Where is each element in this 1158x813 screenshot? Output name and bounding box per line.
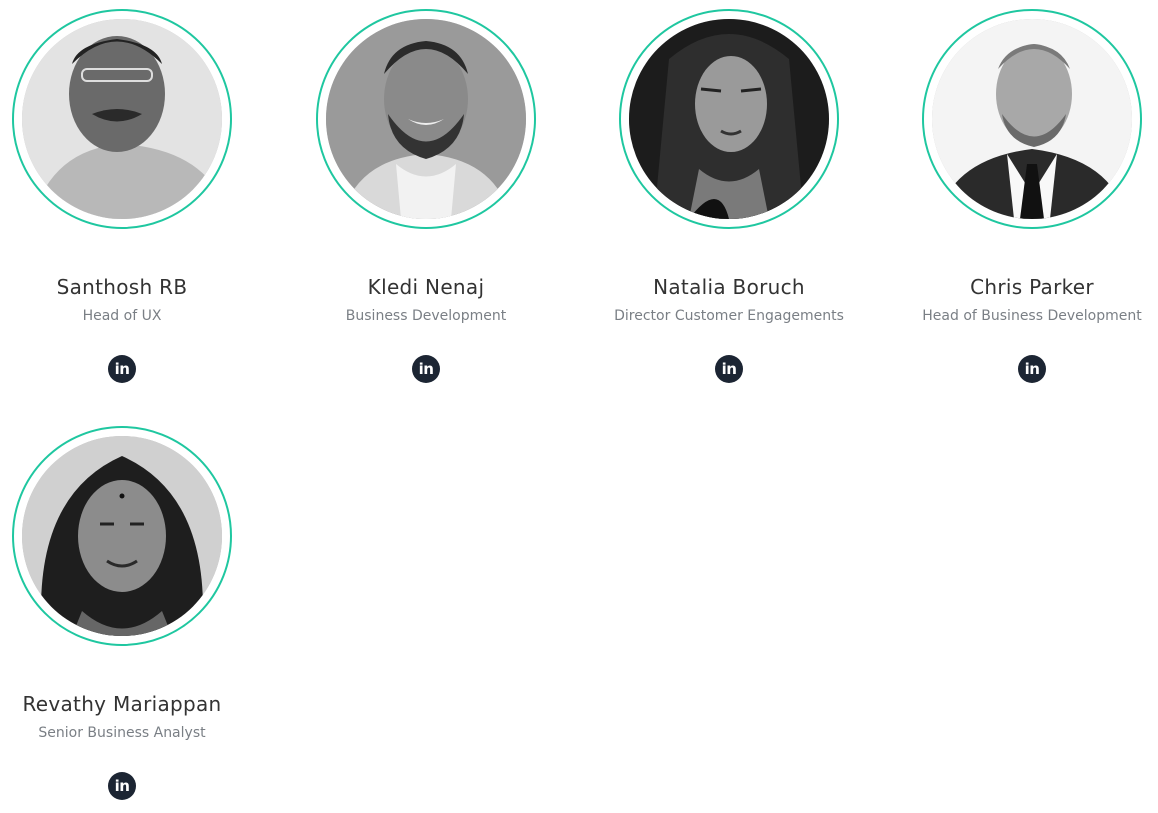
linkedin-icon: in (1024, 359, 1040, 378)
avatar-photo (932, 19, 1132, 219)
portrait-image (22, 19, 222, 219)
avatar-ring (619, 9, 839, 229)
team-member-card: Chris Parker Head of Business Developmen… (902, 9, 1158, 383)
member-name: Santhosh RB (56, 275, 188, 299)
team-member-card: Revathy Mariappan Senior Business Analys… (0, 426, 252, 800)
linkedin-icon: in (114, 359, 130, 378)
team-member-card: Natalia Boruch Director Customer Engagem… (599, 9, 859, 383)
avatar-photo (22, 19, 222, 219)
avatar-ring (12, 426, 232, 646)
avatar-photo (629, 19, 829, 219)
portrait-image (326, 19, 526, 219)
team-member-card: Kledi Nenaj Business Development in (296, 9, 556, 383)
portrait-image (932, 19, 1132, 219)
avatar-ring (12, 9, 232, 229)
linkedin-button[interactable]: in (715, 355, 743, 383)
linkedin-icon: in (418, 359, 434, 378)
avatar-photo (326, 19, 526, 219)
avatar-photo (22, 436, 222, 636)
linkedin-button[interactable]: in (108, 355, 136, 383)
portrait-image (629, 19, 829, 219)
member-role: Business Development (345, 308, 507, 324)
member-role: Head of UX (82, 308, 162, 324)
member-name: Chris Parker (970, 275, 1094, 299)
member-name: Natalia Boruch (653, 275, 805, 299)
linkedin-button[interactable]: in (412, 355, 440, 383)
linkedin-icon: in (114, 776, 130, 795)
member-role: Senior Business Analyst (38, 725, 206, 741)
portrait-image (22, 436, 222, 636)
linkedin-icon: in (721, 359, 737, 378)
linkedin-button[interactable]: in (1018, 355, 1046, 383)
team-member-card: Santhosh RB Head of UX in (0, 9, 252, 383)
avatar-ring (922, 9, 1142, 229)
linkedin-button[interactable]: in (108, 772, 136, 800)
member-role: Head of Business Development (922, 308, 1142, 324)
avatar-ring (316, 9, 536, 229)
member-name: Revathy Mariappan (22, 692, 222, 716)
member-name: Kledi Nenaj (367, 275, 485, 299)
member-role: Director Customer Engagements (614, 308, 844, 324)
